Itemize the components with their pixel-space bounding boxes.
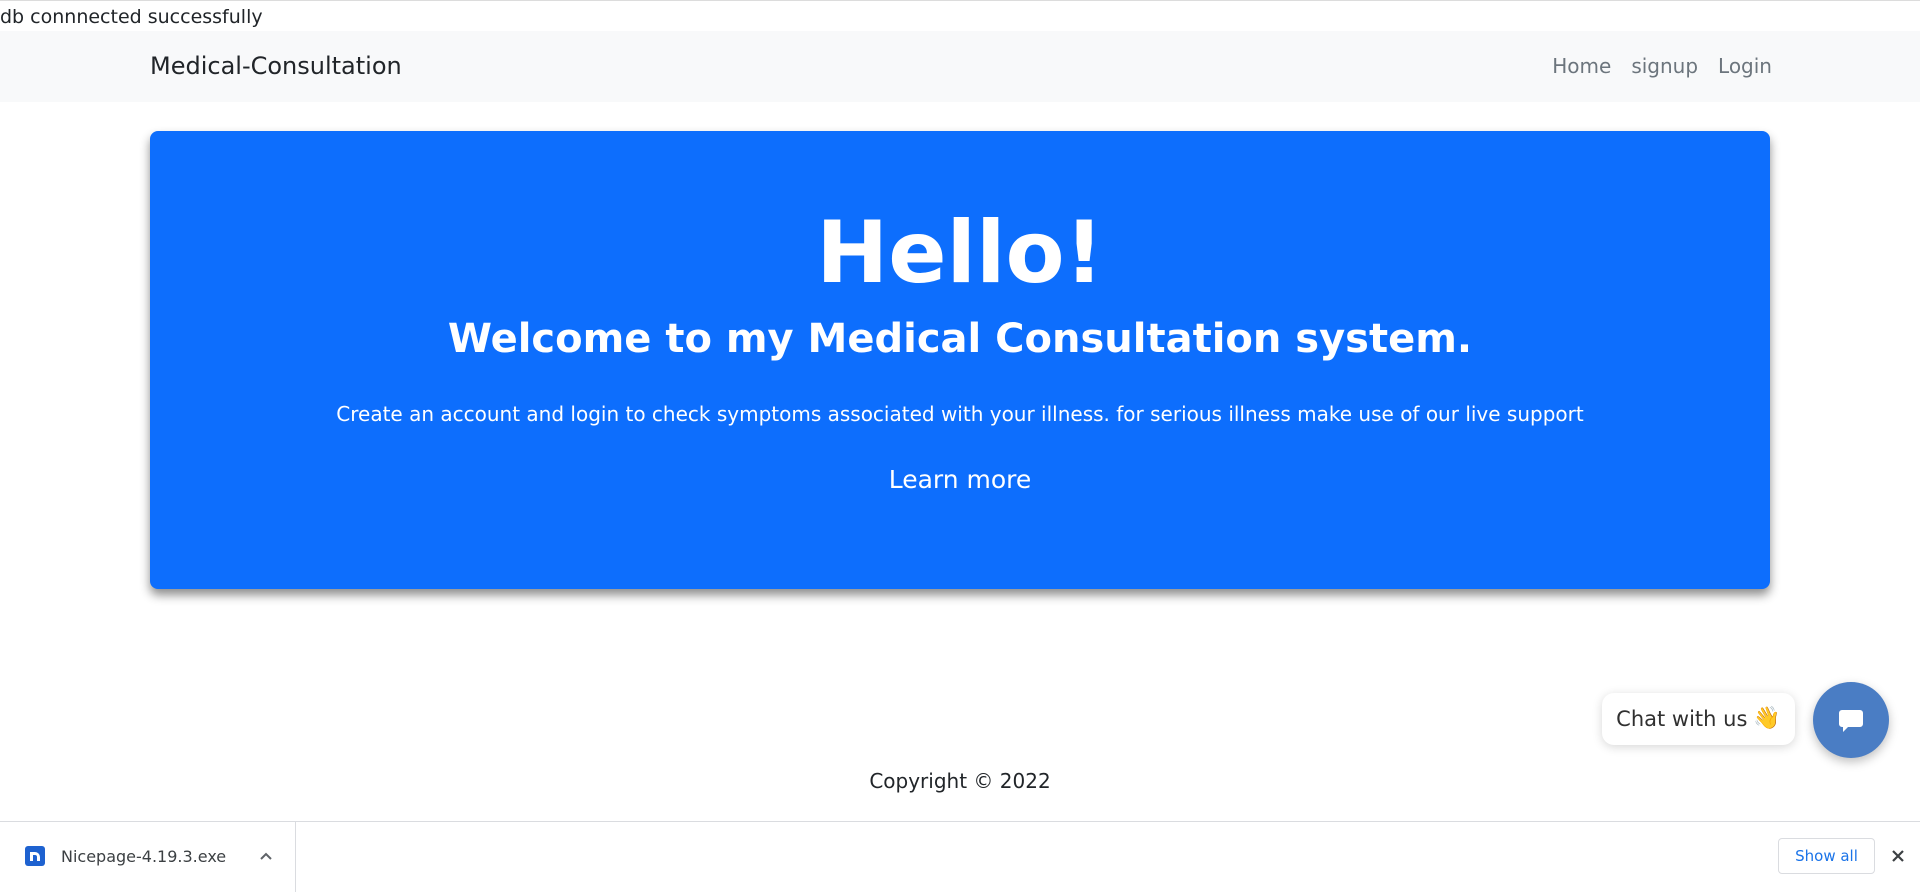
download-shelf: Nicepage-4.19.3.exe Show all: [0, 821, 1920, 892]
nicepage-app-icon: [25, 846, 45, 866]
chat-with-us-bubble[interactable]: Chat with us 👋: [1602, 693, 1795, 745]
waving-hand-icon: 👋: [1753, 706, 1781, 731]
navbar: Medical-Consultation Home signup Login: [0, 31, 1920, 102]
nav-link-signup[interactable]: signup: [1631, 53, 1698, 79]
nav-links: Home signup Login: [1552, 53, 1772, 79]
hero-description: Create an account and login to check sym…: [336, 402, 1584, 426]
learn-more-button[interactable]: Learn more: [150, 464, 1770, 496]
chevron-up-icon[interactable]: [258, 848, 274, 864]
nav-link-login[interactable]: Login: [1718, 53, 1772, 79]
show-all-button[interactable]: Show all: [1778, 838, 1875, 874]
db-status-message: db connnected successfully: [0, 6, 263, 28]
hero-title: Hello!: [816, 203, 1104, 303]
window-top-border: [0, 0, 1920, 1]
download-item[interactable]: Nicepage-4.19.3.exe: [0, 822, 296, 892]
chat-with-us-label: Chat with us: [1616, 707, 1748, 731]
download-file-name: Nicepage-4.19.3.exe: [61, 847, 227, 866]
hero-jumbotron: Hello! Welcome to my Medical Consultatio…: [150, 131, 1770, 589]
nav-link-home[interactable]: Home: [1552, 53, 1611, 79]
hero-subtitle: Welcome to my Medical Consultation syste…: [447, 316, 1473, 362]
close-icon[interactable]: [1888, 846, 1908, 866]
chat-bubble-icon: [1839, 710, 1863, 732]
footer-copyright: Copyright © 2022: [869, 769, 1051, 793]
navbar-brand[interactable]: Medical-Consultation: [150, 51, 402, 81]
chat-launcher-button[interactable]: [1813, 682, 1889, 758]
